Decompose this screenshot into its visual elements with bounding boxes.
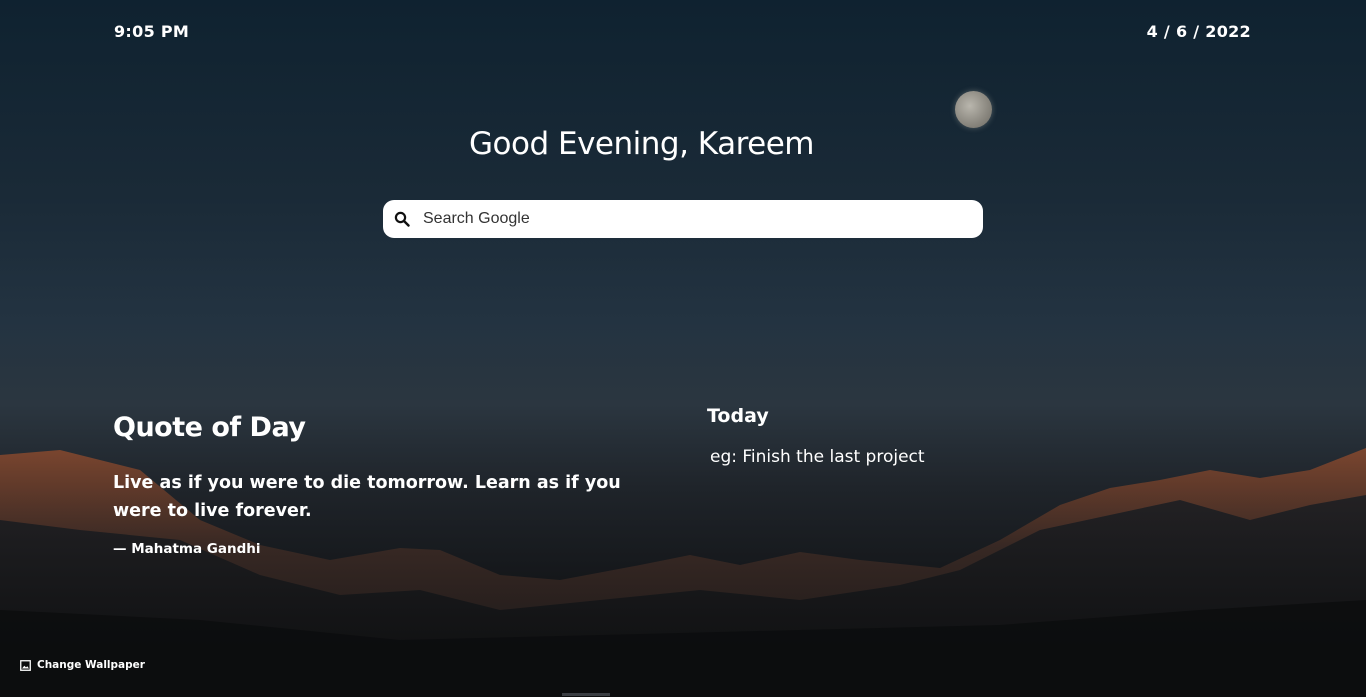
search-icon[interactable] xyxy=(393,210,411,228)
bottom-scroll-handle xyxy=(562,693,610,696)
moon-decoration xyxy=(955,91,992,128)
change-wallpaper-label: Change Wallpaper xyxy=(37,659,145,671)
today-title: Today xyxy=(707,405,769,427)
quote-author: — Mahatma Gandhi xyxy=(113,541,261,557)
today-section: Today xyxy=(707,405,1207,467)
quote-of-day-section: Quote of Day Live as if you were to die … xyxy=(113,412,653,557)
change-wallpaper-button[interactable]: Change Wallpaper xyxy=(20,659,145,671)
clock-time: 9:05 PM xyxy=(114,22,190,41)
todo-input[interactable] xyxy=(710,447,1110,467)
quote-title: Quote of Day xyxy=(113,412,306,443)
greeting-heading: Good Evening, Kareem xyxy=(469,126,814,162)
current-date: 4 / 6 / 2022 xyxy=(1146,22,1251,41)
search-bar[interactable] xyxy=(383,200,983,238)
wallpaper-background xyxy=(0,448,1366,697)
search-input[interactable] xyxy=(423,204,963,234)
quote-text: Live as if you were to die tomorrow. Lea… xyxy=(113,473,621,521)
image-icon xyxy=(20,659,31,671)
